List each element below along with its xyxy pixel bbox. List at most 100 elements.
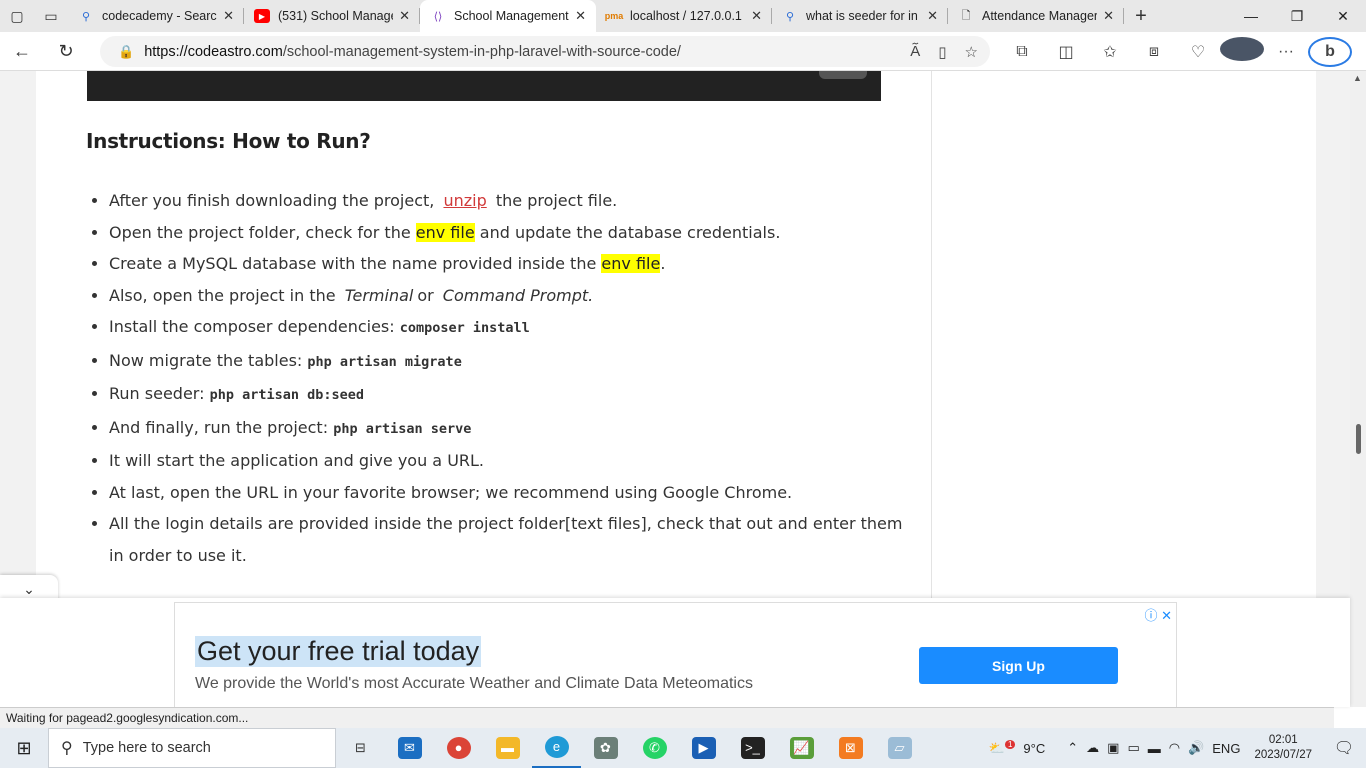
tab-title: localhost / 127.0.0.1	[630, 9, 742, 23]
whatsapp-icon[interactable]: ✆	[630, 728, 679, 768]
profile-avatar[interactable]	[1220, 37, 1264, 66]
scrollbar[interactable]: ▲ ▼	[1350, 71, 1366, 707]
phpmyadmin-icon: pma	[604, 11, 624, 21]
split-screen-icon[interactable]: ◫	[1044, 42, 1088, 62]
clock-date: 2023/07/27	[1254, 749, 1312, 761]
read-aloud-icon[interactable]: A᷉	[910, 43, 920, 60]
highlighted-text: env file	[601, 254, 661, 273]
task-view-icon[interactable]: ⊟	[336, 728, 385, 768]
close-icon[interactable]: ✕	[575, 8, 586, 24]
meet-now-icon[interactable]: ▣	[1103, 740, 1123, 756]
tab-actions-icon[interactable]: ▭	[34, 0, 68, 32]
search-placeholder: Type here to search	[82, 740, 211, 756]
list-item: And finally, run the project: php artisa…	[109, 412, 909, 446]
weather-icon[interactable]: ⛅ 1	[985, 739, 1020, 756]
favorite-star-icon[interactable]: ☆	[965, 43, 978, 61]
ad-banner: ⓘ ✕ Get your free trial today We provide…	[0, 598, 1350, 707]
instruction-list: After you finish downloading the project…	[109, 185, 909, 571]
tab-seeder-search[interactable]: ⚲ what is seeder for in ✕	[772, 0, 948, 32]
tab-codecademy[interactable]: ⚲ codecademy - Searc ✕	[68, 0, 244, 32]
list-item: Run seeder: php artisan db:seed	[109, 378, 909, 412]
scrollbar-thumb[interactable]	[1356, 424, 1361, 454]
xampp-icon[interactable]: ⊠	[826, 728, 875, 768]
page-icon: 🗋	[961, 9, 971, 22]
scroll-up-icon[interactable]: ▲	[1353, 73, 1362, 83]
search-icon: ⚲	[81, 10, 91, 23]
chrome-icon[interactable]: ●	[434, 728, 483, 768]
list-item: Open the project folder, check for the e…	[109, 217, 909, 249]
taskbar-search-box[interactable]: ⚲ Type here to search	[48, 728, 336, 768]
list-item: All the login details are provided insid…	[109, 508, 909, 571]
volume-icon[interactable]: 🔊	[1184, 740, 1208, 756]
tab-title: School Management	[454, 9, 569, 23]
code-snippet: composer install	[399, 320, 530, 336]
close-icon[interactable]: ✕	[399, 8, 410, 24]
tab-attendance[interactable]: 🗋 Attendance Manager ✕	[948, 0, 1124, 32]
url-text: https://codeastro.com/school-management-…	[144, 43, 681, 60]
list-item: It will start the application and give y…	[109, 445, 909, 477]
ad-subtext: We provide the World's most Accurate Wea…	[195, 675, 753, 692]
list-item: After you finish downloading the project…	[109, 185, 909, 217]
ad-container[interactable]: ⓘ ✕ Get your free trial today We provide…	[174, 602, 1177, 707]
tab-school-management[interactable]: ⟨⟩ School Management ✕	[420, 0, 596, 32]
restore-icon[interactable]: ❐	[1274, 0, 1320, 32]
tab-title: what is seeder for in	[806, 9, 918, 23]
language-indicator[interactable]: ENG	[1208, 741, 1244, 756]
youtube-icon: ▶	[254, 9, 270, 23]
tab-title: codecademy - Searc	[102, 9, 217, 23]
refresh-icon[interactable]: ↻	[44, 41, 88, 62]
close-icon[interactable]: ✕	[1103, 8, 1114, 24]
favorites-icon[interactable]: ✩	[1088, 42, 1132, 62]
workspaces-icon[interactable]: ▢	[0, 0, 34, 32]
code-snippet: php artisan migrate	[307, 353, 462, 370]
file-explorer-icon[interactable]: ▬	[483, 728, 532, 768]
display-icon[interactable]: ▭	[1123, 740, 1143, 756]
ad-info-close-icon[interactable]: ⓘ ✕	[1144, 605, 1172, 624]
highlighted-text: env file	[415, 222, 475, 242]
minimize-icon[interactable]: —	[1228, 0, 1274, 32]
video-embed[interactable]	[87, 71, 881, 101]
unzip-link[interactable]: unzip	[439, 191, 490, 210]
system-tray: ⛅ 1 9°C ⌃ ☁ ▣ ▭ ▬ ◠ 🔊 ENG 02:01 2023/07/2…	[985, 728, 1366, 768]
clock[interactable]: 02:01 2023/07/27	[1244, 733, 1322, 763]
close-icon[interactable]: ✕	[927, 8, 938, 24]
battery-icon[interactable]: ▬	[1144, 741, 1165, 756]
tab-strip: ▢ ▭ ⚲ codecademy - Searc ✕ ▶ (531) Schoo…	[0, 0, 1366, 32]
back-icon[interactable]: ←	[0, 41, 44, 62]
close-window-icon[interactable]: ✕	[1320, 0, 1366, 32]
sign-up-button[interactable]: Sign Up	[919, 647, 1118, 684]
ad-headline[interactable]: Get your free trial today	[195, 636, 482, 667]
lock-icon[interactable]: 🔒	[118, 44, 134, 60]
close-icon[interactable]: ✕	[751, 8, 762, 24]
tab-youtube[interactable]: ▶ (531) School Manage ✕	[244, 0, 420, 32]
terminal-icon[interactable]: >_	[728, 728, 777, 768]
new-tab-button[interactable]: +	[1124, 0, 1158, 32]
mail-icon[interactable]: ✉	[385, 728, 434, 768]
list-item: Now migrate the tables: php artisan migr…	[109, 345, 909, 379]
immersive-reader-icon[interactable]: ▯	[938, 43, 946, 61]
list-item: At last, open the URL in your favorite b…	[109, 477, 909, 509]
address-bar[interactable]: 🔒 https://codeastro.com/school-managemen…	[100, 36, 990, 67]
windows-taskbar: ⊞ ⚲ Type here to search ⊟ ✉ ● ▬ e ✿ ✆ ▶ …	[0, 728, 1366, 768]
windows-start-icon[interactable]: ⊞	[0, 728, 48, 768]
performance-icon[interactable]: ♡	[1176, 42, 1220, 62]
close-icon[interactable]: ✕	[223, 8, 234, 24]
code-snippet: php artisan serve	[333, 420, 472, 437]
sticky-notes-icon[interactable]: ▱	[875, 728, 924, 768]
wifi-icon[interactable]: ◠	[1165, 740, 1184, 756]
bing-chat-button[interactable]: b	[1308, 36, 1352, 67]
more-menu-icon[interactable]: ···	[1264, 43, 1308, 61]
media-player-icon[interactable]: ▶	[679, 728, 728, 768]
onedrive-icon[interactable]: ☁	[1082, 740, 1103, 756]
chatgpt-icon[interactable]: ✿	[581, 728, 630, 768]
notification-icon[interactable]: 🗨	[1322, 738, 1366, 758]
status-bar: Waiting for pagead2.googlesyndication.co…	[0, 707, 1334, 728]
collections-icon[interactable]: ⧈	[1132, 43, 1176, 61]
task-manager-icon[interactable]: 📈	[777, 728, 826, 768]
navigation-bar: ← ↻ 🔒 https://codeastro.com/school-manag…	[0, 32, 1366, 71]
tray-chevron-up-icon[interactable]: ⌃	[1063, 740, 1082, 756]
weather-temperature[interactable]: 9°C	[1019, 741, 1049, 756]
tab-phpmyadmin[interactable]: pma localhost / 127.0.0.1 ✕	[596, 0, 772, 32]
extensions-icon[interactable]: ⧉	[1000, 43, 1044, 61]
edge-icon[interactable]: e	[532, 728, 581, 768]
